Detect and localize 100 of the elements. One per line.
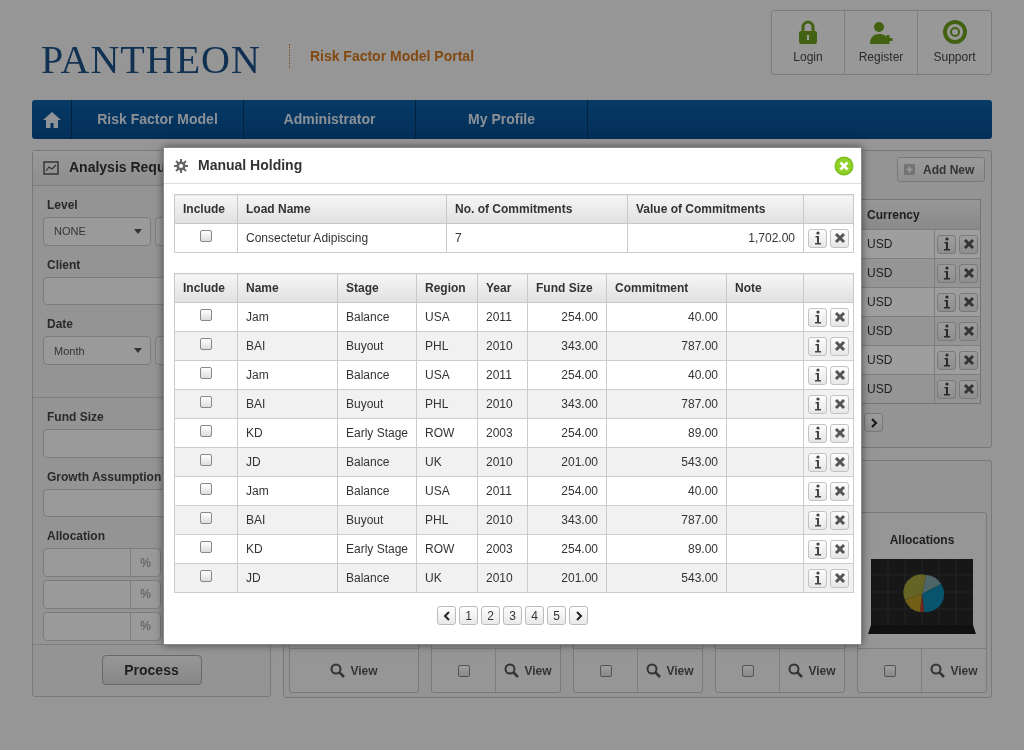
- next-page-button[interactable]: [864, 413, 883, 432]
- delete-button[interactable]: [959, 263, 978, 283]
- page-button[interactable]: 1: [459, 606, 478, 625]
- previous-page-button[interactable]: [437, 606, 456, 625]
- info-button[interactable]: [808, 394, 827, 414]
- delete-button[interactable]: [959, 292, 978, 312]
- checkbox[interactable]: [883, 664, 896, 677]
- header-button[interactable]: Login: [772, 11, 845, 74]
- table-cell: 2011: [477, 476, 528, 506]
- add-new-button[interactable]: Add New: [897, 157, 985, 182]
- delete-button[interactable]: [830, 539, 849, 559]
- delete-button[interactable]: [959, 350, 978, 370]
- info-button[interactable]: [808, 336, 827, 356]
- info-button[interactable]: [808, 452, 827, 472]
- header-button[interactable]: Register: [845, 11, 918, 74]
- table-cell-text: USD: [866, 236, 894, 253]
- table-cell: 2003: [477, 534, 528, 564]
- checkbox[interactable]: [741, 664, 754, 677]
- logo: PANTHEON: [41, 36, 261, 84]
- view-button[interactable]: View: [780, 649, 844, 692]
- delete-button[interactable]: [959, 321, 978, 341]
- input-field[interactable]: %: [43, 548, 161, 578]
- info-button[interactable]: [808, 568, 827, 588]
- delete-button[interactable]: [830, 307, 849, 327]
- search-icon: [646, 663, 662, 678]
- nav-tab[interactable]: Risk Factor Model: [72, 100, 244, 139]
- info-button[interactable]: [937, 379, 956, 399]
- table-cell: BAI: [237, 505, 338, 535]
- close-icon: [962, 238, 975, 250]
- process-button[interactable]: Process: [101, 655, 202, 686]
- view-button[interactable]: View: [922, 649, 986, 692]
- checkbox[interactable]: [200, 230, 212, 242]
- checkbox[interactable]: [599, 664, 612, 677]
- info-icon: [812, 339, 823, 353]
- table-cell-text: USD: [866, 323, 894, 340]
- nav-tab[interactable]: Administrator: [244, 100, 416, 139]
- checkbox[interactable]: [200, 396, 212, 408]
- info-button[interactable]: [808, 365, 827, 385]
- lock-icon: [796, 19, 820, 44]
- table-cell: Balance: [337, 447, 417, 477]
- next-page-button[interactable]: [569, 606, 588, 625]
- info-button[interactable]: [808, 228, 827, 248]
- page-button[interactable]: 3: [503, 606, 522, 625]
- close-icon: [833, 456, 846, 468]
- info-icon: [812, 484, 823, 498]
- header-button[interactable]: Support: [918, 11, 991, 74]
- page-button[interactable]: 4: [525, 606, 544, 625]
- view-button[interactable]: View: [290, 649, 418, 692]
- checkbox[interactable]: [200, 541, 212, 553]
- info-button[interactable]: [937, 350, 956, 370]
- info-button[interactable]: [808, 307, 827, 327]
- checkbox[interactable]: [200, 425, 212, 437]
- checkbox[interactable]: [457, 664, 470, 677]
- info-button[interactable]: [808, 510, 827, 530]
- info-button[interactable]: [937, 263, 956, 283]
- table-cell: 2003: [477, 418, 528, 448]
- table-cell: PHL: [416, 331, 478, 361]
- page-button[interactable]: 2: [481, 606, 500, 625]
- dropdown[interactable]: NONE: [43, 216, 151, 246]
- portal-title: Risk Factor Model Portal: [288, 44, 475, 68]
- delete-button[interactable]: [830, 365, 849, 385]
- nav-tab[interactable]: My Profile: [416, 100, 588, 139]
- info-button[interactable]: [808, 539, 827, 559]
- checkbox[interactable]: [200, 367, 212, 379]
- delete-button[interactable]: [830, 481, 849, 501]
- table-cell: PHL: [416, 389, 478, 419]
- info-icon: [812, 368, 823, 382]
- checkbox[interactable]: [200, 338, 212, 350]
- delete-button[interactable]: [830, 228, 849, 248]
- checkbox[interactable]: [200, 512, 212, 524]
- close-icon: [833, 340, 846, 352]
- table-cell: 254.00: [527, 534, 607, 564]
- info-button[interactable]: [808, 481, 827, 501]
- view-button[interactable]: View: [496, 649, 560, 692]
- column-header: Value of Commitments: [627, 194, 804, 224]
- checkbox[interactable]: [200, 570, 212, 582]
- delete-button[interactable]: [830, 394, 849, 414]
- checkbox[interactable]: [200, 309, 212, 321]
- field-label: Growth Assumption: [47, 469, 162, 485]
- delete-button[interactable]: [959, 379, 978, 399]
- info-button[interactable]: [937, 321, 956, 341]
- delete-button[interactable]: [830, 452, 849, 472]
- search-icon: [930, 663, 946, 678]
- table-cell: USA: [416, 476, 478, 506]
- view-button[interactable]: View: [638, 649, 702, 692]
- delete-button[interactable]: [830, 568, 849, 588]
- input-field[interactable]: %: [43, 611, 161, 641]
- input-field[interactable]: %: [43, 580, 161, 609]
- delete-button[interactable]: [830, 510, 849, 530]
- checkbox[interactable]: [200, 454, 212, 466]
- info-button[interactable]: [937, 292, 956, 312]
- delete-button[interactable]: [830, 336, 849, 356]
- checkbox[interactable]: [200, 483, 212, 495]
- info-button[interactable]: [937, 234, 956, 254]
- info-button[interactable]: [808, 423, 827, 443]
- table-cell: 254.00: [527, 302, 607, 332]
- page-button[interactable]: 5: [547, 606, 566, 625]
- delete-button[interactable]: [830, 423, 849, 443]
- delete-button[interactable]: [959, 234, 978, 254]
- dropdown[interactable]: Month: [43, 336, 151, 366]
